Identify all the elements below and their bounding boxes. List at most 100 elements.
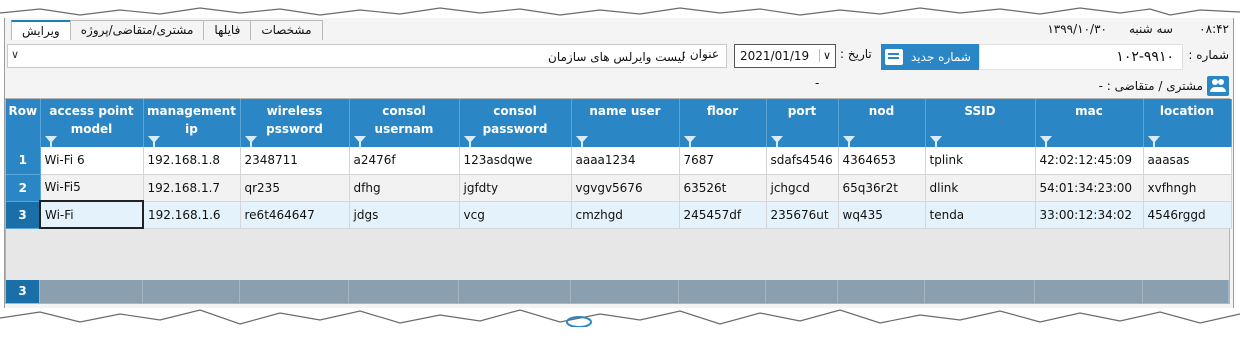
new-number-button[interactable]: شماره جدید xyxy=(881,44,979,70)
cell-ip[interactable]: 192.168.1.8 xyxy=(143,147,241,175)
customer-value: - xyxy=(815,76,820,90)
column-header-model[interactable]: access point model xyxy=(40,99,144,147)
filter-icon[interactable] xyxy=(244,136,257,147)
cell-console-username[interactable]: dfhg xyxy=(349,174,460,202)
torn-edge-top xyxy=(0,0,1240,16)
cell-console-username[interactable]: a2476f xyxy=(349,147,460,175)
filter-icon[interactable] xyxy=(44,136,57,147)
cell-mac[interactable]: 54:01:34:23:00 xyxy=(1035,174,1144,202)
tab-edit[interactable]: ویرایش xyxy=(11,20,71,40)
cell-name-user[interactable]: aaaa1234 xyxy=(571,147,680,175)
app-logo-icon xyxy=(566,316,592,327)
date-picker[interactable]: 2021/01/19 ∨ xyxy=(734,44,836,68)
tab-customer-project[interactable]: مشتری/متقاضی/پروژه xyxy=(69,20,205,40)
customer-label: مشتری / متقاضی : - xyxy=(1098,79,1203,93)
subject-value: لیست وایرلس های سازمان xyxy=(548,50,686,64)
cell-nod[interactable]: wq435 xyxy=(838,201,926,229)
data-grid[interactable]: Row access point model management ip wirel… xyxy=(5,98,1232,304)
table-row[interactable]: 1 Wi-Fi 6 192.168.1.8 2348711 a2476f 123… xyxy=(6,147,1232,175)
cell-name-user[interactable]: cmzhgd xyxy=(571,201,680,229)
cell-mac[interactable]: 33:00:12:34:02 xyxy=(1035,201,1144,229)
column-header-console-username[interactable]: consol usernam xyxy=(349,99,460,147)
cell-ssid[interactable]: tplink xyxy=(925,147,1036,175)
column-header-console-password[interactable]: consol password xyxy=(459,99,572,147)
cell-nod[interactable]: 4364653 xyxy=(838,147,926,175)
table-row-selected[interactable]: 3 Wi-Fi 192.168.1.6 re6t464647 jdgs vcg … xyxy=(6,200,1232,229)
cell-model[interactable]: Wi-Fi 6 xyxy=(40,147,144,175)
subject-label: عنوان : xyxy=(682,47,719,61)
new-number-label: شماره جدید xyxy=(911,50,971,64)
filter-icon[interactable] xyxy=(929,136,942,147)
cell-port[interactable]: sdafs4546 xyxy=(766,147,839,175)
cell-floor[interactable]: 7687 xyxy=(679,147,767,175)
cell-mac[interactable]: 42:02:12:45:09 xyxy=(1035,147,1144,175)
cell-model-focused[interactable]: Wi-Fi xyxy=(39,200,144,229)
application-window: ویرایش مشتری/متقاضی/پروژه فایلها مشخصات … xyxy=(4,18,1234,308)
filter-icon[interactable] xyxy=(770,136,783,147)
cell-wireless-password[interactable]: 2348711 xyxy=(240,147,350,175)
cell-model[interactable]: Wi-Fi5 xyxy=(40,174,144,202)
column-header-nod[interactable]: nod xyxy=(838,99,926,147)
filter-icon[interactable] xyxy=(1039,136,1052,147)
cell-location[interactable]: xvfhngh xyxy=(1143,174,1232,202)
grid-table: Row access point model management ip wirel… xyxy=(6,99,1232,229)
form-header-row: ∨ لیست وایرلس های سازمان عنوان : 2021/01… xyxy=(5,42,1233,72)
tab-files[interactable]: فایلها xyxy=(203,20,252,40)
column-header-name-user[interactable]: name user xyxy=(571,99,680,147)
column-header-ip[interactable]: management ip xyxy=(143,99,241,147)
subject-combo[interactable]: ∨ لیست وایرلس های سازمان xyxy=(7,44,727,68)
chevron-down-icon[interactable]: ∨ xyxy=(11,48,19,61)
column-header-mac[interactable]: mac xyxy=(1035,99,1144,147)
status-day: سه شنبه xyxy=(1128,22,1173,36)
status-date: ۱۳۹۹/۱۰/۳۰ xyxy=(1047,22,1107,36)
cell-location[interactable]: 4546rggd xyxy=(1143,201,1232,229)
filter-icon[interactable] xyxy=(842,136,855,147)
date-value: 2021/01/19 xyxy=(740,49,810,63)
column-header-wireless-password[interactable]: wireless pssword xyxy=(240,99,350,147)
column-header-port[interactable]: port xyxy=(766,99,839,147)
cell-console-password[interactable]: jgfdty xyxy=(459,174,572,202)
number-field[interactable]: ۱۰۲-۹۹۱۰ xyxy=(979,44,1183,70)
filter-icon[interactable] xyxy=(683,136,696,147)
cell-nod[interactable]: 65q36r2t xyxy=(838,174,926,202)
cell-console-username[interactable]: jdgs xyxy=(349,201,460,229)
cell-ssid[interactable]: tenda xyxy=(925,201,1036,229)
column-header-location[interactable]: location xyxy=(1143,99,1232,147)
cell-ssid[interactable]: dlink xyxy=(925,174,1036,202)
cell-wireless-password[interactable]: qr235 xyxy=(240,174,350,202)
filter-icon[interactable] xyxy=(147,136,160,147)
cell-floor[interactable]: 245457df xyxy=(679,201,767,229)
tab-details[interactable]: مشخصات xyxy=(250,20,323,40)
column-header-floor[interactable]: floor xyxy=(679,99,767,147)
cell-ip[interactable]: 192.168.1.7 xyxy=(143,174,241,202)
status-clock: ۰۸:۴۲ xyxy=(1199,22,1229,36)
grid-header-row: Row access point model management ip wirel… xyxy=(6,99,1232,147)
cell-console-password[interactable]: 123asdqwe xyxy=(459,147,572,175)
status-strip: ویرایش مشتری/متقاضی/پروژه فایلها مشخصات … xyxy=(5,18,1233,40)
row-number[interactable]: 2 xyxy=(6,174,41,202)
cell-floor[interactable]: 63526t xyxy=(679,174,767,202)
date-label: تاریخ : xyxy=(840,47,872,61)
tab-bar: ویرایش مشتری/متقاضی/پروژه فایلها مشخصات xyxy=(11,20,323,40)
users-icon[interactable] xyxy=(1207,76,1229,96)
cell-name-user[interactable]: vgvgv5676 xyxy=(571,174,680,202)
cell-port[interactable]: 235676ut xyxy=(766,201,839,229)
cell-wireless-password[interactable]: re6t464647 xyxy=(240,201,350,229)
filter-icon[interactable] xyxy=(1147,136,1160,147)
row-number[interactable]: 1 xyxy=(6,147,41,175)
table-row[interactable]: 2 Wi-Fi5 192.168.1.7 qr235 dfhg jgfdty v… xyxy=(6,174,1232,202)
cell-console-password[interactable]: vcg xyxy=(459,201,572,229)
cell-port[interactable]: jchgcd xyxy=(766,174,839,202)
filter-icon[interactable] xyxy=(463,136,476,147)
column-header-ssid[interactable]: SSID xyxy=(925,99,1036,147)
filter-icon[interactable] xyxy=(353,136,366,147)
cell-location[interactable]: aaasas xyxy=(1143,147,1232,175)
number-value: ۱۰۲-۹۹۱۰ xyxy=(1116,49,1174,65)
column-header-row[interactable]: Row xyxy=(6,99,41,147)
torn-edge-bottom xyxy=(0,309,1240,338)
chevron-down-icon[interactable]: ∨ xyxy=(818,49,831,62)
number-label: شماره : xyxy=(1188,48,1229,62)
filter-icon[interactable] xyxy=(575,136,588,147)
cell-ip[interactable]: 192.168.1.6 xyxy=(143,201,241,229)
row-number[interactable]: 3 xyxy=(6,201,41,229)
